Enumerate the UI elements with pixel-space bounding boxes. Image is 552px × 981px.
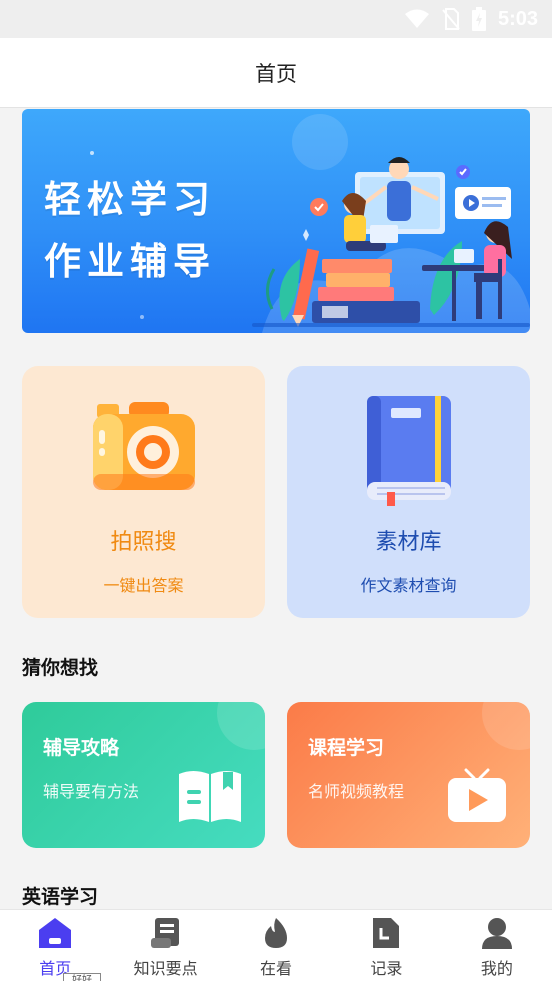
feature-subtitle: 一键出答案 (103, 576, 184, 595)
wifi-icon (404, 9, 429, 28)
tab-label: 在看 (260, 959, 293, 978)
status-bar: 5:03 (0, 0, 552, 38)
tile-tutoring-guide[interactable]: 辅导攻略 辅导要有方法 (22, 702, 265, 848)
flame-icon (265, 918, 288, 948)
tab-home[interactable]: 首页 (0, 910, 110, 981)
tv-play-icon (448, 768, 506, 822)
tile-title: 课程学习 (308, 737, 385, 759)
promo-banner[interactable]: 轻松学习 作业辅导 (22, 109, 530, 333)
app-header: 首页 (0, 38, 552, 108)
tab-label: 我的 (480, 959, 513, 978)
battery-icon (471, 7, 486, 31)
banner-line-2: 作业辅导 (44, 240, 216, 283)
tile-title: 辅导攻略 (43, 737, 120, 759)
bottom-tab-bar: 首页 知识要点 在看 记录 我的 好好 (0, 909, 552, 981)
tab-records[interactable]: 记录 (331, 910, 441, 981)
tab-watching[interactable]: 在看 (221, 910, 331, 981)
tooltip-badge: 好好 (63, 973, 101, 981)
feature-subtitle: 作文素材查询 (360, 576, 457, 595)
tile-subtitle: 辅导要有方法 (43, 782, 140, 801)
user-icon (481, 918, 512, 949)
banner-line-1: 轻松学习 (44, 178, 216, 221)
tab-label: 知识要点 (133, 959, 198, 978)
feature-title: 素材库 (375, 530, 442, 555)
section-title-guess: 猜你想找 (22, 657, 99, 679)
book-icon (366, 396, 451, 506)
status-time: 5:03 (497, 7, 538, 30)
tab-mine[interactable]: 我的 (442, 910, 552, 981)
page-title: 首页 (255, 61, 297, 86)
feature-title: 拍照搜 (110, 530, 177, 555)
tile-course-study[interactable]: 课程学习 名师视频教程 (287, 702, 530, 848)
tab-label: 记录 (370, 959, 403, 978)
scroll-icon (150, 918, 179, 948)
feature-card-photo-search[interactable]: 拍照搜 一键出答案 (22, 366, 265, 618)
section-title-english: 英语学习 (22, 886, 99, 908)
no-sim-icon (442, 8, 460, 30)
document-icon (373, 918, 400, 948)
open-book-icon (179, 771, 241, 822)
home-icon (39, 918, 72, 948)
feature-card-material-library[interactable]: 素材库 作文素材查询 (287, 366, 530, 618)
tab-knowledge-points[interactable]: 知识要点 (110, 910, 220, 981)
camera-icon (92, 402, 195, 490)
tile-subtitle: 名师视频教程 (308, 782, 405, 801)
